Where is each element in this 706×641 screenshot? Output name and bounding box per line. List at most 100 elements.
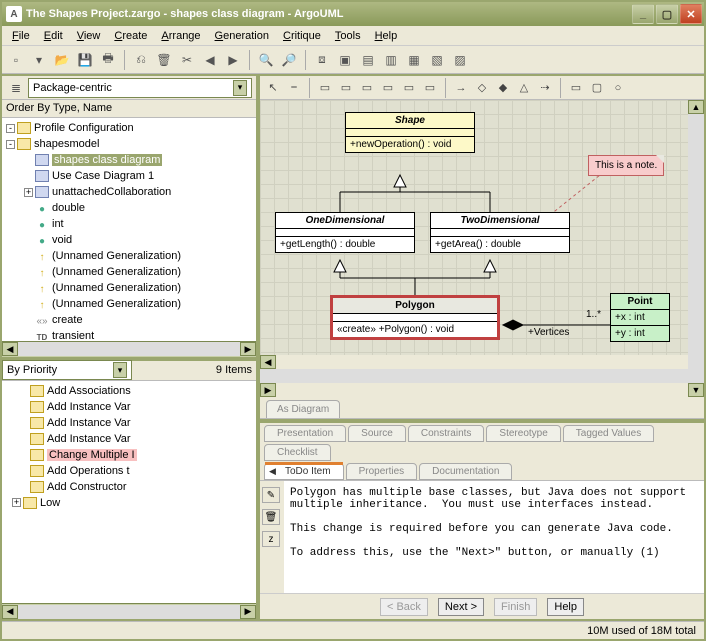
tab-tagged-values[interactable]: Tagged Values — [563, 425, 654, 442]
rect-tool-icon[interactable]: ▭ — [567, 79, 585, 97]
close-button[interactable]: ✕ — [680, 4, 702, 24]
menu-generation[interactable]: Generation — [209, 28, 275, 44]
rrect-tool-icon[interactable]: ▢ — [588, 79, 606, 97]
todo-item[interactable]: Add Operations t — [2, 463, 256, 479]
tab-source[interactable]: Source — [348, 425, 406, 442]
deploy-diagram-icon[interactable]: ▨ — [450, 50, 470, 70]
tree-node[interactable]: shapes class diagram — [2, 152, 256, 168]
tab-todo-item[interactable]: ToDo Item — [264, 463, 344, 480]
interface-tool-icon[interactable]: ▭ — [358, 79, 376, 97]
new-todo-icon[interactable]: ✎ — [262, 487, 280, 503]
uml-class-polygon[interactable]: Polygon «create» +Polygon() : void — [330, 295, 500, 340]
class-tool-icon[interactable]: ▭ — [337, 79, 355, 97]
undo-icon[interactable]: ⎌ — [131, 50, 151, 70]
scroll-right-icon[interactable]: ▶ — [260, 383, 276, 397]
scroll-right-icon[interactable]: ▶ — [240, 342, 256, 356]
find-icon[interactable]: 🔍 — [256, 50, 276, 70]
menu-file[interactable]: File — [6, 28, 36, 44]
tree-node[interactable]: +unattachedCollaboration — [2, 184, 256, 200]
cut-icon[interactable]: ✂ — [177, 50, 197, 70]
datatype-tool-icon[interactable]: ▭ — [379, 79, 397, 97]
explorer-scrollbar-x[interactable]: ◀ ▶ — [2, 341, 256, 357]
uml-class-shape[interactable]: Shape +newOperation() : void — [345, 112, 475, 153]
tree-node[interactable]: TDtransient — [2, 328, 256, 341]
tree-node[interactable]: -Profile Configuration — [2, 120, 256, 136]
tab-as-diagram[interactable]: As Diagram — [266, 400, 340, 418]
todo-item[interactable]: Add Instance Var — [2, 431, 256, 447]
todo-item[interactable]: Change Multiple I — [2, 447, 256, 463]
uml-class-point[interactable]: Point +x : int +y : int — [610, 293, 670, 342]
titlebar[interactable]: A The Shapes Project.zargo - shapes clas… — [2, 2, 704, 26]
new-icon[interactable]: ▫ — [6, 50, 26, 70]
todo-item[interactable]: Add Instance Var — [2, 415, 256, 431]
todo-item[interactable]: Add Associations — [2, 383, 256, 399]
menu-help[interactable]: Help — [369, 28, 404, 44]
next-button[interactable]: Next > — [438, 598, 484, 616]
help-button[interactable]: Help — [547, 598, 584, 616]
tree-node[interactable]: ↑(Unnamed Generalization) — [2, 280, 256, 296]
scroll-down-icon[interactable]: ▼ — [688, 383, 704, 397]
menu-arrange[interactable]: Arrange — [155, 28, 206, 44]
tab-properties[interactable]: Properties — [346, 463, 418, 480]
tree-node[interactable]: ●int — [2, 216, 256, 232]
scroll-right-icon[interactable]: ▶ — [240, 605, 256, 619]
todo-item[interactable]: Add Instance Var — [2, 399, 256, 415]
diagram-canvas[interactable]: Shape +newOperation() : void OneDimensio… — [260, 100, 688, 355]
menu-critique[interactable]: Critique — [277, 28, 327, 44]
uml-class-twodimensional[interactable]: TwoDimensional +getArea() : double — [430, 212, 570, 253]
state-diagram-icon[interactable]: ▦ — [404, 50, 424, 70]
maximize-button[interactable]: ▢ — [656, 4, 678, 24]
minimize-button[interactable]: _ — [632, 4, 654, 24]
tree-node[interactable]: ↑(Unnamed Generalization) — [2, 296, 256, 312]
diagram-scrollbar-y[interactable]: ▲ ▼ — [688, 100, 704, 397]
sequence-diagram-icon[interactable]: ▤ — [358, 50, 378, 70]
finish-button[interactable]: Finish — [494, 598, 537, 616]
menu-edit[interactable]: Edit — [38, 28, 69, 44]
tree-node[interactable]: ●double — [2, 200, 256, 216]
nav-back-icon[interactable]: ◀ — [200, 50, 220, 70]
activity-diagram-icon[interactable]: ▧ — [427, 50, 447, 70]
broom-tool-icon[interactable]: ⎯ — [285, 79, 303, 97]
explorer-tree[interactable]: -Profile Configuration-shapesmodelshapes… — [2, 118, 256, 341]
tab-presentation[interactable]: Presentation — [264, 425, 346, 442]
tree-node[interactable]: -shapesmodel — [2, 136, 256, 152]
perspective-combo[interactable]: Package-centric ▾ — [28, 78, 252, 98]
todo-scrollbar-x[interactable]: ◀ ▶ — [2, 603, 256, 619]
tree-node[interactable]: ●void — [2, 232, 256, 248]
resolve-todo-icon[interactable]: 🗑 — [262, 509, 280, 525]
tree-node[interactable]: ↑(Unnamed Generalization) — [2, 248, 256, 264]
circle-tool-icon[interactable]: ○ — [609, 79, 627, 97]
select-tool-icon[interactable]: ↖ — [264, 79, 282, 97]
todo-item[interactable]: Add Constructor — [2, 479, 256, 495]
diagram-scrollbar-x[interactable]: ◀ ▶ — [260, 355, 688, 397]
zoom-icon[interactable]: 🔎 — [279, 50, 299, 70]
comp-tool-icon[interactable]: ◆ — [494, 79, 512, 97]
tree-node[interactable]: «»create — [2, 312, 256, 328]
gen-tool-icon[interactable]: △ — [515, 79, 533, 97]
aggr-tool-icon[interactable]: ◇ — [473, 79, 491, 97]
todo-priority-low[interactable]: +Low — [2, 495, 256, 511]
scroll-left-icon[interactable]: ◀ — [260, 355, 276, 369]
uml-note[interactable]: This is a note. — [588, 155, 664, 176]
todo-sort-combo[interactable]: By Priority ▾ — [2, 360, 132, 380]
dep-tool-icon[interactable]: ⇢ — [536, 79, 554, 97]
tab-constraints[interactable]: Constraints — [408, 425, 485, 442]
print-icon[interactable]: 🖶 — [98, 50, 118, 70]
assoc-tool-icon[interactable]: → — [452, 79, 470, 97]
scroll-left-icon[interactable]: ◀ — [2, 342, 18, 356]
scroll-up-icon[interactable]: ▲ — [688, 100, 704, 114]
class-diagram-icon[interactable]: ▣ — [335, 50, 355, 70]
chevron-down-icon[interactable]: ▾ — [113, 362, 127, 378]
enum-tool-icon[interactable]: ▭ — [400, 79, 418, 97]
menu-create[interactable]: Create — [108, 28, 153, 44]
snooze-todo-icon[interactable]: z — [262, 531, 280, 547]
chevron-down-icon[interactable]: ▾ — [233, 80, 247, 96]
save-icon[interactable]: 💾 — [75, 50, 95, 70]
tree-node[interactable]: Use Case Diagram 1 — [2, 168, 256, 184]
menu-tools[interactable]: Tools — [329, 28, 367, 44]
back-button[interactable]: < Back — [380, 598, 428, 616]
usecase-diagram-icon[interactable]: ⧈ — [312, 50, 332, 70]
tab-stereotype[interactable]: Stereotype — [486, 425, 560, 442]
new-dropdown-icon[interactable]: ▾ — [29, 50, 49, 70]
package-tool-icon[interactable]: ▭ — [316, 79, 334, 97]
